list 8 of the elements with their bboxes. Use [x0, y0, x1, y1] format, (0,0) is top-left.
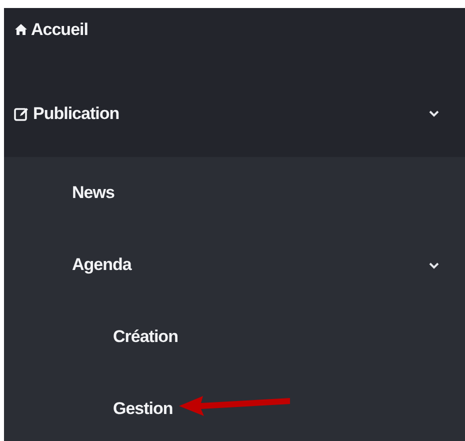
submenu-item[interactable]: Création — [4, 301, 465, 373]
submenu-item[interactable]: Gestion — [4, 373, 465, 441]
submenu-item[interactable]: Agenda — [4, 229, 465, 301]
edit-icon — [14, 106, 29, 120]
home-icon — [14, 23, 28, 36]
menu-item[interactable]: Accueil — [4, 8, 465, 70]
submenu-item[interactable]: News — [4, 157, 465, 229]
menu-item[interactable]: Publication — [4, 70, 465, 157]
